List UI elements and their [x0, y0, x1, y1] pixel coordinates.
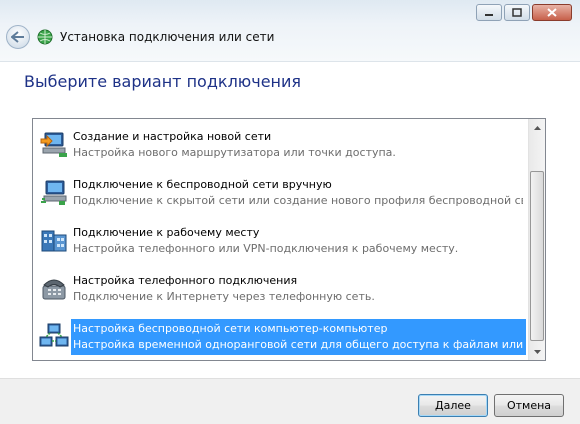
option-title: Настройка беспроводной сети компьютер-ко… — [73, 322, 388, 335]
close-button[interactable] — [532, 4, 572, 21]
scroll-down-icon — [534, 349, 541, 354]
wireless-manual-icon — [41, 180, 67, 205]
maximize-button[interactable] — [504, 4, 530, 21]
list-item[interactable]: Настройка телефонного подключения Подклю… — [35, 271, 526, 307]
minimize-button[interactable] — [476, 4, 502, 21]
back-arrow-icon — [11, 31, 24, 43]
list-item[interactable]: Создание и настройка новой сети Настройк… — [35, 127, 526, 163]
dialog-footer: Далее Отмена — [0, 378, 580, 424]
close-icon — [547, 8, 557, 17]
list-viewport: Создание и настройка новой сети Настройк… — [33, 119, 528, 360]
connection-options-list[interactable]: Создание и настройка новой сети Настройк… — [32, 118, 546, 361]
option-title: Подключение к беспроводной сети вручную — [73, 178, 332, 191]
window-controls — [476, 4, 572, 21]
option-title: Создание и настройка новой сети — [73, 130, 272, 143]
title-bar: Установка подключения или сети — [0, 0, 580, 62]
window-title: Установка подключения или сети — [60, 30, 275, 44]
back-button[interactable] — [6, 25, 30, 49]
scroll-down-button[interactable] — [529, 343, 546, 360]
list-item-selected[interactable]: Настройка беспроводной сети компьютер-ко… — [35, 319, 526, 355]
scroll-thumb[interactable] — [530, 171, 544, 341]
maximize-icon — [512, 8, 522, 17]
adhoc-network-icon — [39, 323, 69, 347]
network-globe-icon — [37, 29, 53, 45]
page-heading: Выберите вариант подключения — [24, 72, 302, 91]
option-description: Подключение к Интернету через телефонную… — [73, 290, 375, 303]
list-item[interactable]: Подключение к беспроводной сети вручную … — [35, 175, 526, 211]
option-description: Подключение к скрытой сети или создание … — [73, 194, 523, 207]
next-button[interactable]: Далее — [418, 394, 488, 417]
scroll-up-button[interactable] — [529, 119, 546, 136]
cancel-button[interactable]: Отмена — [494, 394, 564, 417]
minimize-icon — [485, 13, 493, 16]
scroll-up-icon — [534, 125, 541, 130]
network-setup-icon — [40, 132, 67, 157]
vertical-scrollbar[interactable] — [528, 119, 545, 360]
option-description: Настройка телефонного или VPN-подключени… — [73, 242, 459, 255]
telephone-icon — [42, 279, 66, 300]
option-title: Настройка телефонного подключения — [73, 274, 298, 287]
list-item[interactable]: Подключение к рабочему месту Настройка т… — [35, 223, 526, 259]
workplace-icon — [41, 230, 67, 252]
option-description: Настройка нового маршрутизатора или точк… — [73, 146, 396, 159]
option-description: Настройка временной одноранговой сети дл… — [73, 338, 523, 351]
option-title: Подключение к рабочему месту — [73, 226, 260, 239]
